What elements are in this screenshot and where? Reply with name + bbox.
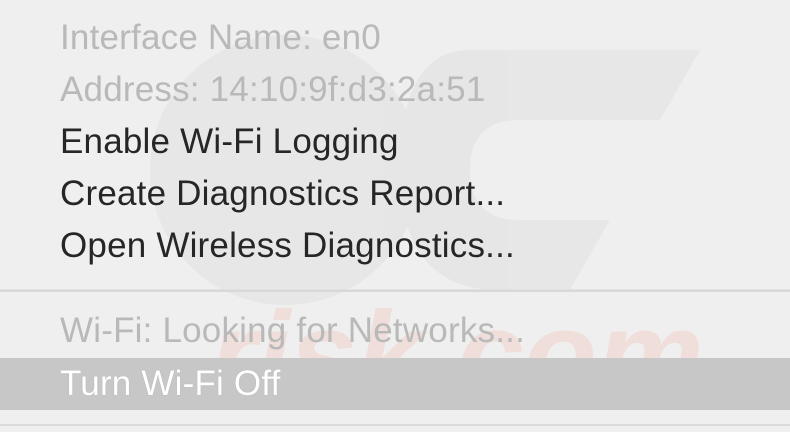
- interface-name-item: Interface Name: en0: [60, 18, 381, 57]
- wifi-menu: risk.com Interface Name: en0 Address: 14…: [0, 0, 790, 432]
- address-item: Address: 14:10:9f:d3:2a:51: [60, 70, 486, 109]
- turn-wifi-off-item[interactable]: Turn Wi-Fi Off: [0, 358, 790, 410]
- wifi-status-item: Wi-Fi: Looking for Networks...: [60, 311, 525, 350]
- enable-wifi-logging-item[interactable]: Enable Wi-Fi Logging: [0, 116, 790, 168]
- menu-separator: [0, 289, 790, 292]
- open-wireless-diagnostics-item[interactable]: Open Wireless Diagnostics...: [0, 220, 790, 272]
- create-diagnostics-report-item[interactable]: Create Diagnostics Report...: [0, 168, 790, 220]
- menu-bottom-separator: [0, 424, 790, 426]
